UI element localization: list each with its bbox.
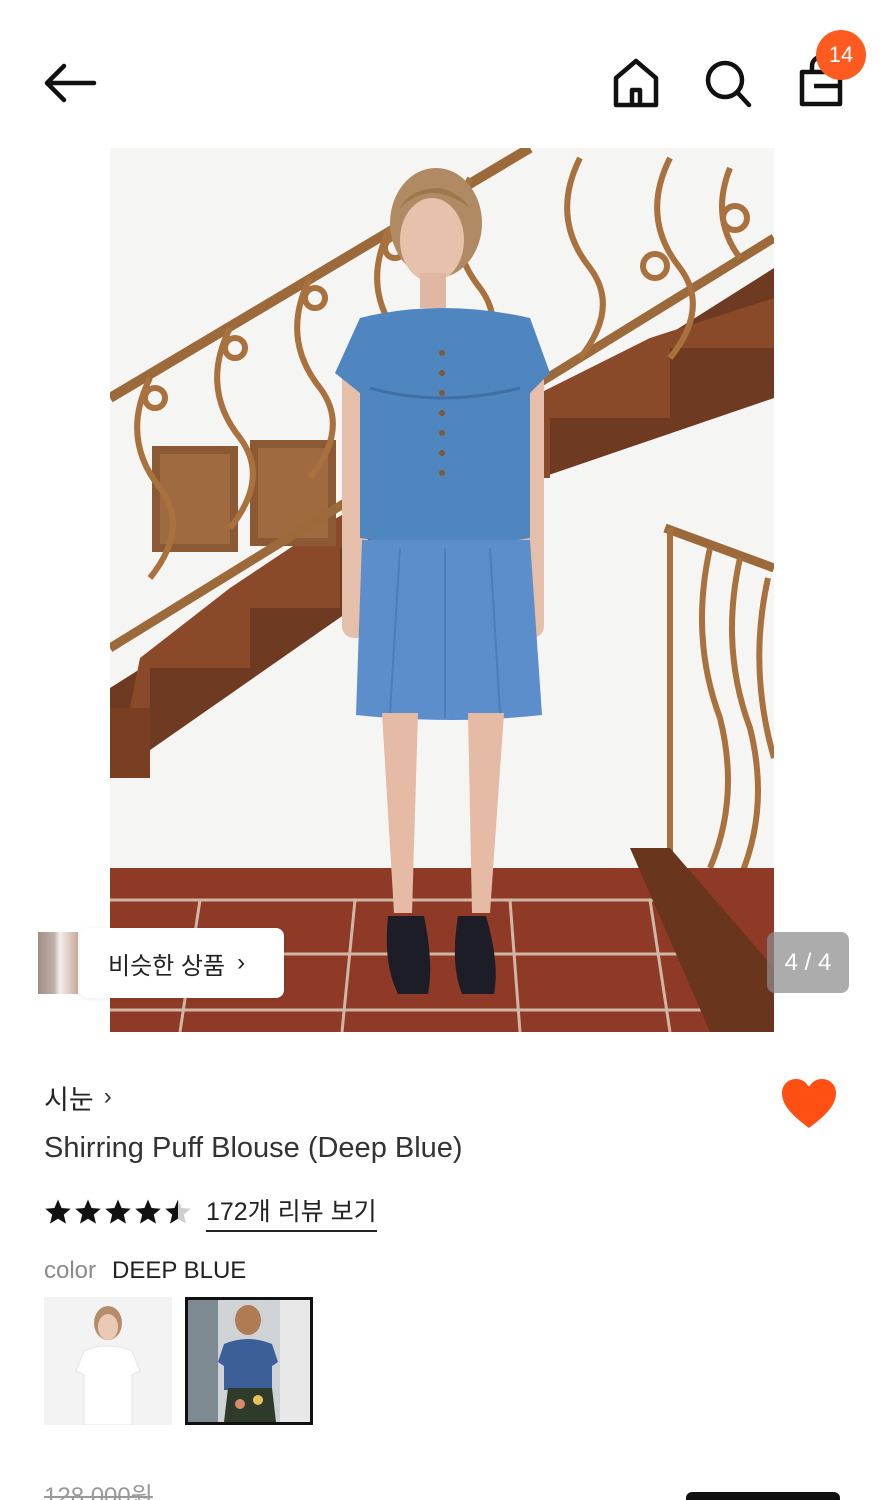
similar-products-button[interactable]: 비슷한 상품 › [36, 928, 284, 998]
color-swatch-deep-blue[interactable] [185, 1297, 313, 1425]
heart-icon [782, 1079, 836, 1128]
selected-color-value: DEEP BLUE [112, 1257, 247, 1284]
similar-products-label-box: 비슷한 상품 › [80, 928, 284, 998]
product-image[interactable] [110, 148, 774, 1032]
top-navigation-bar: 14 [0, 0, 884, 150]
color-row: color DEEP BLUE [44, 1256, 246, 1286]
similar-product-thumbnail [36, 930, 80, 996]
star-icon [165, 1199, 191, 1224]
back-button[interactable] [40, 58, 100, 108]
star-icon [45, 1199, 71, 1224]
wishlist-button[interactable] [780, 1078, 838, 1130]
similar-products-label: 비슷한 상품 [108, 952, 226, 980]
color-swatch-white[interactable] [44, 1297, 172, 1425]
reviews-link[interactable]: 172개 리뷰 보기 [206, 1192, 377, 1232]
cart-count-badge: 14 [816, 30, 866, 80]
product-title: Shirring Puff Blouse (Deep Blue) [44, 1132, 463, 1164]
search-button[interactable] [700, 56, 756, 110]
star-rating [44, 1198, 192, 1226]
search-icon [705, 60, 752, 108]
star-icon [75, 1199, 101, 1224]
brand-link[interactable]: 시눈 › [44, 1080, 112, 1115]
swatch-image-white [44, 1297, 172, 1425]
buy-button[interactable] [686, 1492, 840, 1500]
chevron-right-icon: › [237, 949, 246, 976]
arrow-left-icon [44, 63, 97, 103]
swatch-image-deep-blue [188, 1300, 310, 1422]
home-icon [613, 58, 659, 108]
brand-name: 시눈 [44, 1084, 94, 1115]
home-button[interactable] [610, 56, 662, 110]
rating-row: 172개 리뷰 보기 [44, 1192, 377, 1232]
image-pager: 4 / 4 [767, 932, 849, 993]
chevron-right-icon: › [103, 1083, 112, 1110]
star-icon [135, 1199, 161, 1224]
original-price: 128,000원 [44, 1483, 153, 1500]
star-icon [105, 1199, 131, 1224]
color-label: color [44, 1257, 97, 1284]
